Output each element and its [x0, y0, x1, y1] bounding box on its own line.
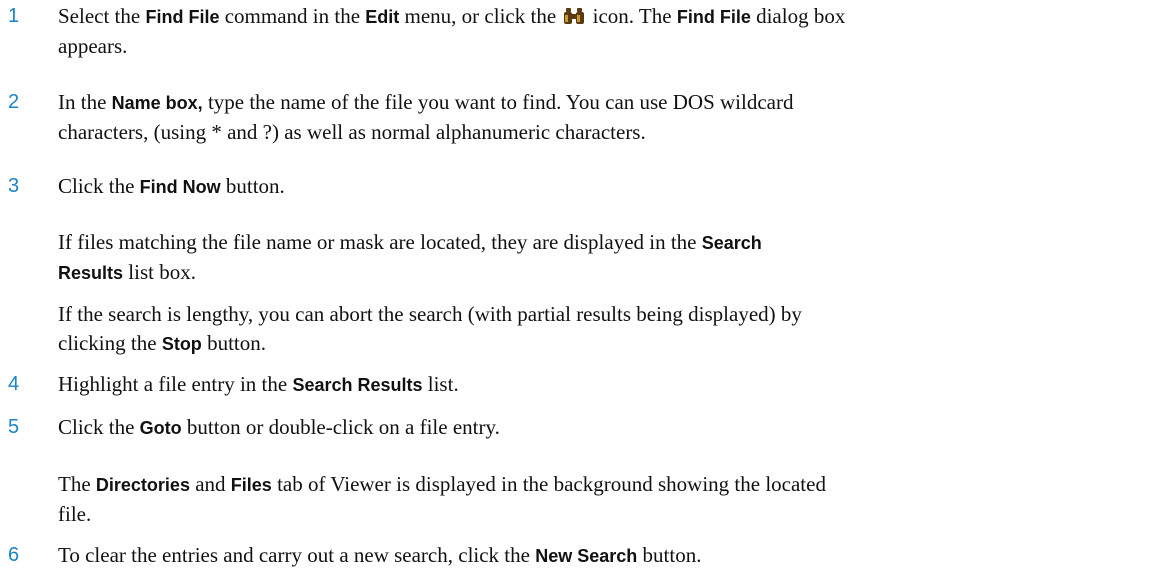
ui-term: Stop [161, 334, 202, 354]
step-number: 2 [8, 91, 20, 113]
step-number: 6 [8, 544, 20, 566]
ui-term: Edit [365, 7, 400, 27]
ui-term: Goto [139, 418, 182, 438]
ui-term: Search Results [292, 375, 423, 395]
ui-term: Search [701, 233, 762, 253]
step-text: Highlight a file entry in the Search Res… [58, 372, 459, 396]
ui-term: Find File [145, 7, 220, 27]
ui-term: Directories [95, 475, 190, 495]
ui-term: New Search [535, 546, 638, 566]
step-3-note-stop: If the search is lengthy, you can abort … [58, 302, 802, 355]
step-text: Select the Find File command in the Edit… [58, 4, 846, 58]
step-text: Click the Goto button or double-click on… [58, 415, 500, 439]
step-text: In the Name box, type the name of the fi… [58, 90, 794, 144]
ui-term: Files [230, 475, 272, 495]
step-number: 5 [8, 416, 20, 438]
step-5-note: The Directories and Files tab of Viewer … [58, 472, 826, 526]
binoculars-icon [563, 5, 585, 25]
step-number: 3 [8, 175, 20, 197]
ui-term: Find Now [139, 177, 221, 197]
ui-term: Results [58, 263, 124, 283]
step-3-note-results: If files matching the file name or mask … [58, 230, 762, 284]
ui-term: Find File [676, 7, 751, 27]
step-text: To clear the entries and carry out a new… [58, 543, 702, 567]
step-number: 1 [8, 5, 20, 27]
ui-term: Name box, [111, 93, 203, 113]
step-number: 4 [8, 373, 20, 395]
step-text: Click the Find Now button. [58, 174, 285, 198]
